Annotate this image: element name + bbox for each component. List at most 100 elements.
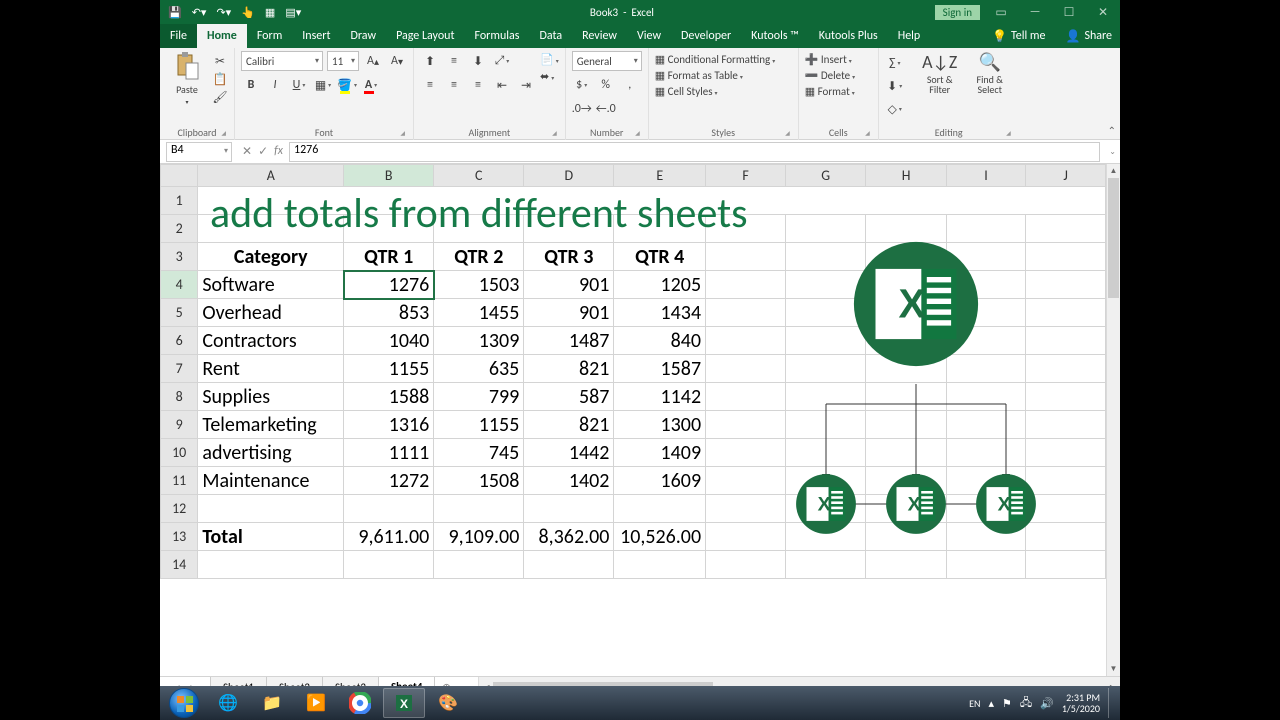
cell[interactable]: 1587: [614, 355, 706, 383]
name-box[interactable]: B4: [166, 142, 232, 162]
fill-color-button[interactable]: 🪣: [337, 75, 357, 95]
cell-styles-button[interactable]: ▦ Cell Styles: [655, 85, 718, 98]
italic-button[interactable]: I: [265, 75, 285, 95]
cell[interactable]: 635: [434, 355, 524, 383]
cell[interactable]: Rent: [198, 355, 344, 383]
col-header[interactable]: E: [614, 165, 706, 187]
formula-input[interactable]: 1276: [289, 142, 1100, 162]
row-header[interactable]: 2: [161, 215, 198, 243]
cell[interactable]: QTR 3: [524, 243, 614, 271]
align-middle-icon[interactable]: ≡: [444, 51, 464, 71]
tab-help[interactable]: Help: [888, 24, 931, 48]
cell-selected[interactable]: 1276: [344, 271, 434, 299]
cell[interactable]: 1402: [524, 467, 614, 495]
cell[interactable]: 1205: [614, 271, 706, 299]
autosum-icon[interactable]: ∑: [885, 53, 905, 73]
find-select-button[interactable]: 🔍 Find & Select: [967, 51, 1013, 95]
cell[interactable]: Supplies: [198, 383, 344, 411]
fill-icon[interactable]: ⬇: [885, 76, 905, 96]
cell[interactable]: 1142: [614, 383, 706, 411]
tray-lang[interactable]: EN: [969, 697, 980, 710]
close-button[interactable]: ✕: [1086, 0, 1120, 24]
save-icon[interactable]: 💾: [168, 6, 182, 19]
cell[interactable]: 840: [614, 327, 706, 355]
cell[interactable]: 901: [524, 271, 614, 299]
col-header[interactable]: B: [344, 165, 434, 187]
orientation-icon[interactable]: ⤢: [492, 51, 512, 71]
row-header[interactable]: 6: [161, 327, 198, 355]
scroll-up-icon[interactable]: ▲: [1107, 164, 1120, 178]
tray-network-icon[interactable]: 🖧: [1020, 694, 1032, 713]
tray-volume-icon[interactable]: 🔊: [1040, 697, 1054, 710]
cell[interactable]: Overhead: [198, 299, 344, 327]
sort-filter-button[interactable]: A↓Z Sort & Filter: [917, 51, 963, 95]
cell[interactable]: 1309: [434, 327, 524, 355]
cell[interactable]: 821: [524, 411, 614, 439]
bold-button[interactable]: B: [241, 75, 261, 95]
align-left-icon[interactable]: ≡: [420, 75, 440, 95]
decrease-decimal-icon[interactable]: ←.0: [596, 99, 616, 119]
wrap-text-button[interactable]: 📄: [540, 53, 559, 66]
cell[interactable]: 1300: [614, 411, 706, 439]
insert-cells-button[interactable]: ➕ Insert: [805, 53, 852, 66]
expand-formula-bar-icon[interactable]: ⌄: [1109, 147, 1116, 157]
cell[interactable]: Software: [198, 271, 344, 299]
conditional-formatting-button[interactable]: ▦ Conditional Formatting: [655, 53, 776, 66]
align-right-icon[interactable]: ≡: [468, 75, 488, 95]
vertical-scrollbar[interactable]: ▲ ▼: [1106, 164, 1120, 676]
show-desktop-button[interactable]: [1108, 688, 1116, 718]
comma-format-icon[interactable]: ,: [620, 75, 640, 95]
maximize-button[interactable]: ☐: [1052, 0, 1086, 24]
cell[interactable]: 10,526.00: [614, 523, 706, 551]
col-header[interactable]: D: [524, 165, 614, 187]
row-header[interactable]: 11: [161, 467, 198, 495]
cell[interactable]: Category: [198, 243, 344, 271]
cell[interactable]: 1508: [434, 467, 524, 495]
col-header[interactable]: C: [434, 165, 524, 187]
percent-format-icon[interactable]: %: [596, 75, 616, 95]
row-header[interactable]: 7: [161, 355, 198, 383]
copy-icon[interactable]: 📋: [212, 71, 228, 87]
taskbar-media-player-icon[interactable]: ▶️: [295, 688, 337, 718]
tab-kutools-plus[interactable]: Kutools Plus: [809, 24, 888, 48]
increase-font-icon[interactable]: A▴: [363, 51, 383, 71]
taskbar-paint-icon[interactable]: 🎨: [427, 688, 469, 718]
tab-data[interactable]: Data: [529, 24, 572, 48]
font-size-combo[interactable]: 11: [327, 51, 359, 71]
taskbar-excel-icon[interactable]: X: [383, 688, 425, 718]
cell[interactable]: 1442: [524, 439, 614, 467]
col-header[interactable]: A: [198, 165, 344, 187]
row-header[interactable]: 1: [161, 187, 198, 215]
scroll-down-icon[interactable]: ▼: [1107, 662, 1120, 676]
cell[interactable]: 1487: [524, 327, 614, 355]
cell[interactable]: Total: [198, 523, 344, 551]
cell[interactable]: 1040: [344, 327, 434, 355]
tab-page-layout[interactable]: Page Layout: [386, 24, 464, 48]
font-name-combo[interactable]: Calibri: [241, 51, 323, 71]
cell[interactable]: 1588: [344, 383, 434, 411]
cell[interactable]: advertising: [198, 439, 344, 467]
select-all-cell[interactable]: [161, 165, 198, 187]
row-header[interactable]: 5: [161, 299, 198, 327]
accounting-format-icon[interactable]: $: [572, 75, 592, 95]
borders-icon[interactable]: ▦: [265, 6, 275, 19]
tab-view[interactable]: View: [627, 24, 671, 48]
row-header[interactable]: 4: [161, 271, 198, 299]
tab-draw[interactable]: Draw: [340, 24, 386, 48]
tab-review[interactable]: Review: [572, 24, 627, 48]
align-bottom-icon[interactable]: ⬇: [468, 51, 488, 71]
row-header[interactable]: 13: [161, 523, 198, 551]
underline-button[interactable]: U: [289, 75, 309, 95]
scroll-thumb[interactable]: [1108, 178, 1119, 298]
cancel-formula-icon[interactable]: ✕: [242, 144, 252, 159]
cell[interactable]: 1316: [344, 411, 434, 439]
cell[interactable]: 9,109.00: [434, 523, 524, 551]
row-header[interactable]: 14: [161, 551, 198, 579]
row-header[interactable]: 8: [161, 383, 198, 411]
decrease-indent-icon[interactable]: ⇤: [492, 75, 512, 95]
cell[interactable]: Contractors: [198, 327, 344, 355]
decrease-font-icon[interactable]: A▾: [387, 51, 407, 71]
cell[interactable]: 1155: [434, 411, 524, 439]
cell[interactable]: 1434: [614, 299, 706, 327]
col-header[interactable]: I: [946, 165, 1026, 187]
